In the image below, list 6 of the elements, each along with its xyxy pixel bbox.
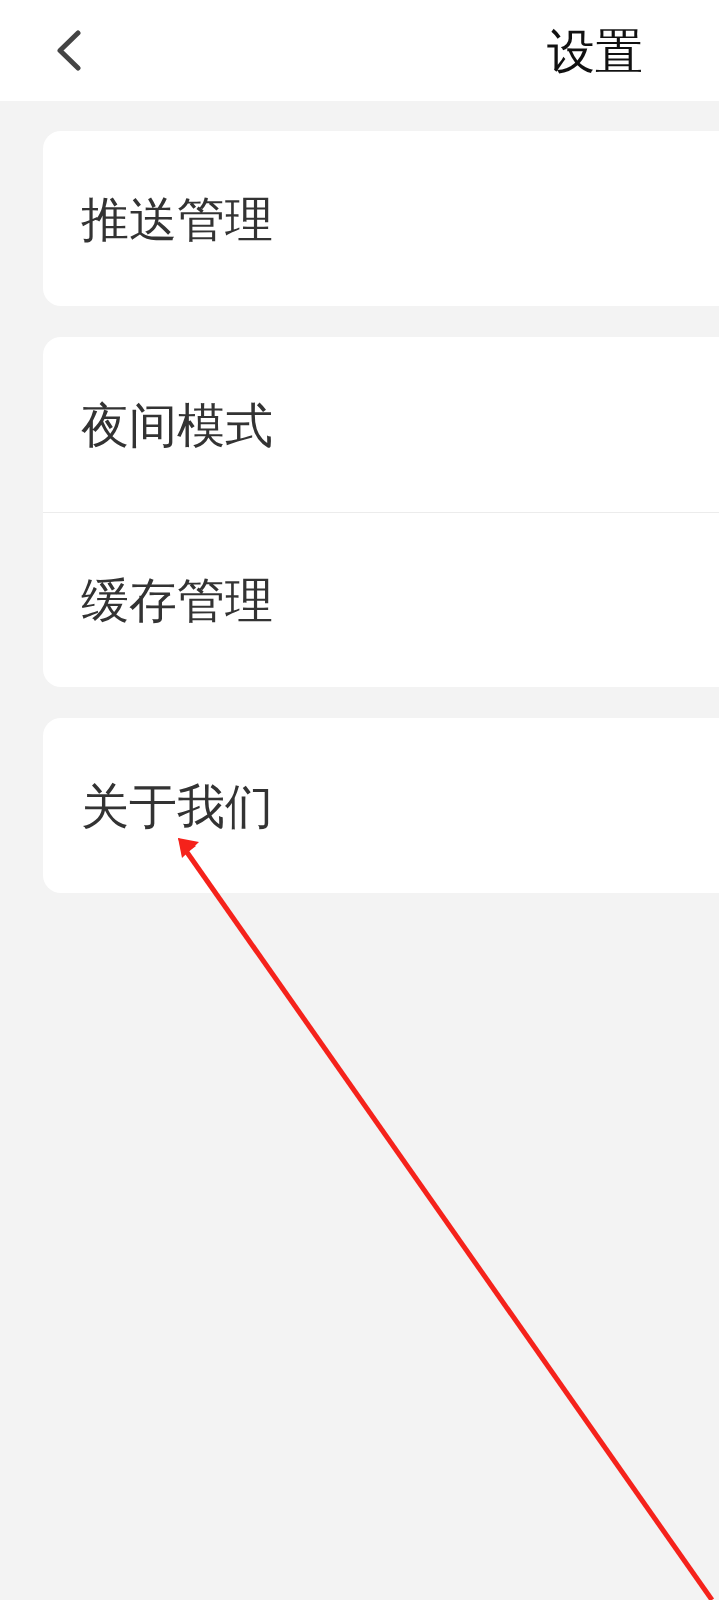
settings-row[interactable]: 夜间模式 — [43, 337, 719, 512]
settings-row[interactable]: 缓存管理 — [43, 512, 719, 687]
settings-row[interactable]: 推送管理 — [43, 131, 719, 306]
chevron-left-icon — [56, 30, 82, 71]
settings-row[interactable]: 关于我们 — [43, 718, 719, 893]
page-title: 设置 — [547, 22, 643, 79]
